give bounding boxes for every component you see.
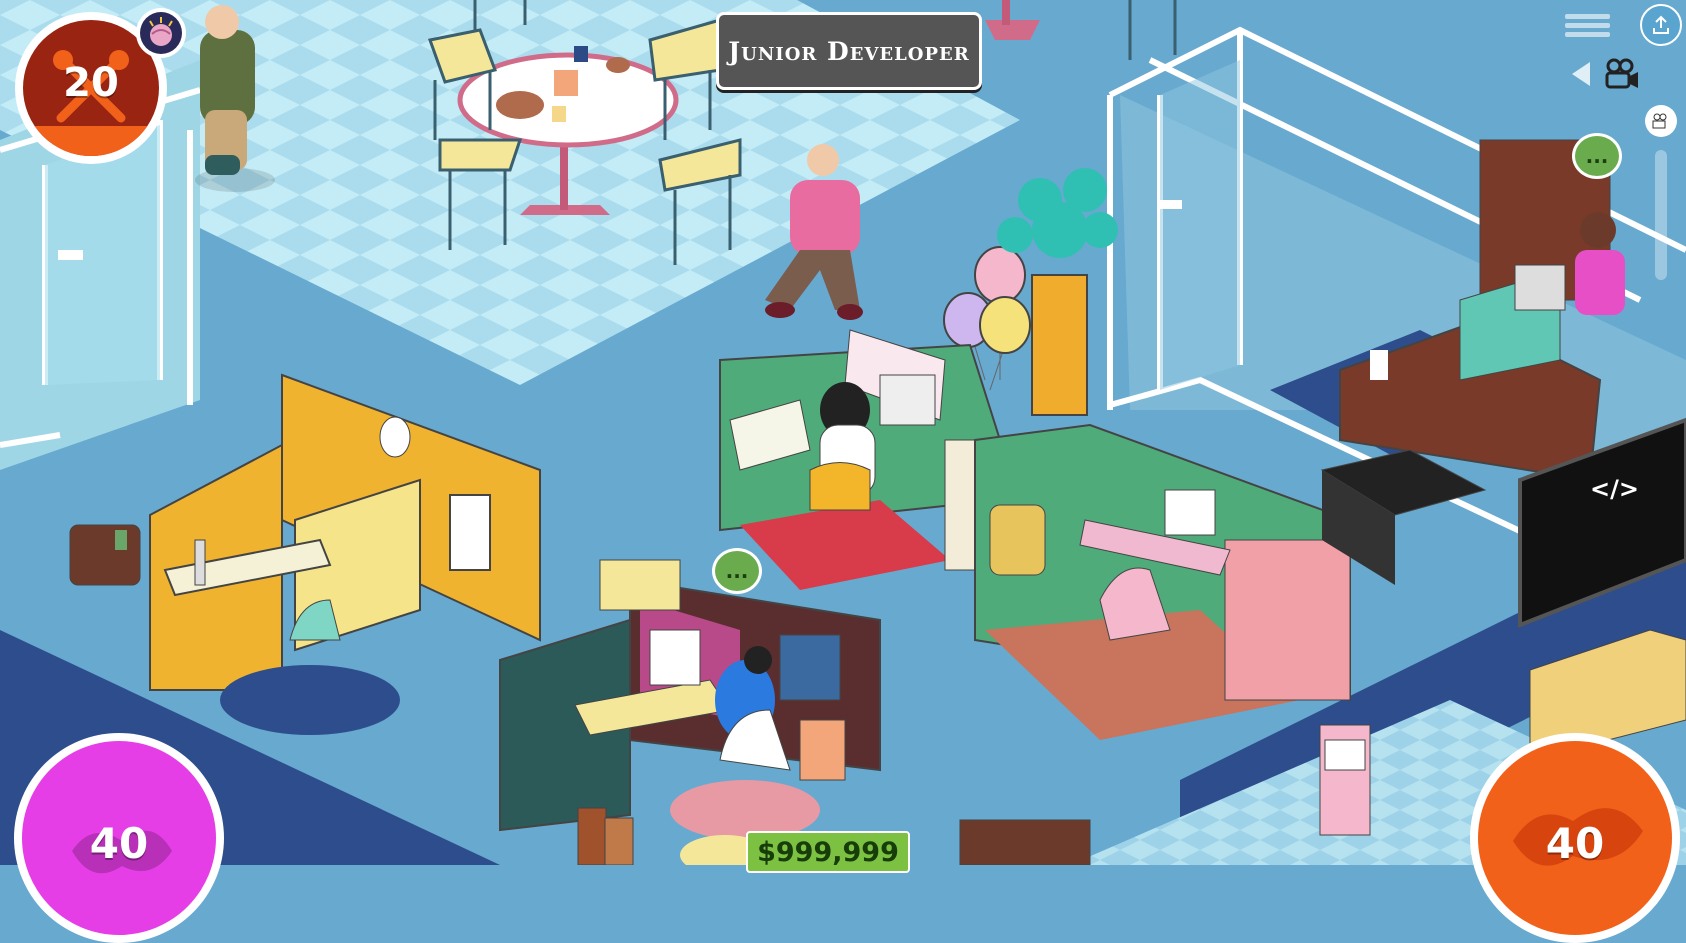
left-meter-value: 40 [89, 819, 149, 868]
role-title: Junior Developer [716, 12, 982, 90]
task-counter-value: 20 [63, 60, 119, 106]
speech-bubble[interactable]: ... [1572, 133, 1622, 179]
code-icon[interactable]: </> [1590, 475, 1639, 503]
office-scene [0, 0, 1686, 865]
menu-icon[interactable] [1565, 10, 1610, 45]
speech-bubble[interactable]: ... [712, 548, 762, 594]
share-icon[interactable] [1640, 4, 1682, 46]
scroll-track[interactable] [1655, 150, 1667, 280]
camera-small-icon[interactable] [1645, 105, 1677, 137]
right-meter[interactable]: 40 [1470, 733, 1680, 943]
money-display: $999,999 [746, 831, 910, 873]
player-avatar[interactable] [136, 8, 186, 58]
brain-icon [149, 17, 173, 46]
left-meter[interactable]: 40 [14, 733, 224, 943]
arrow-left-icon[interactable] [1570, 60, 1592, 92]
camera-icon[interactable] [1604, 58, 1640, 94]
right-meter-value: 40 [1545, 819, 1605, 868]
